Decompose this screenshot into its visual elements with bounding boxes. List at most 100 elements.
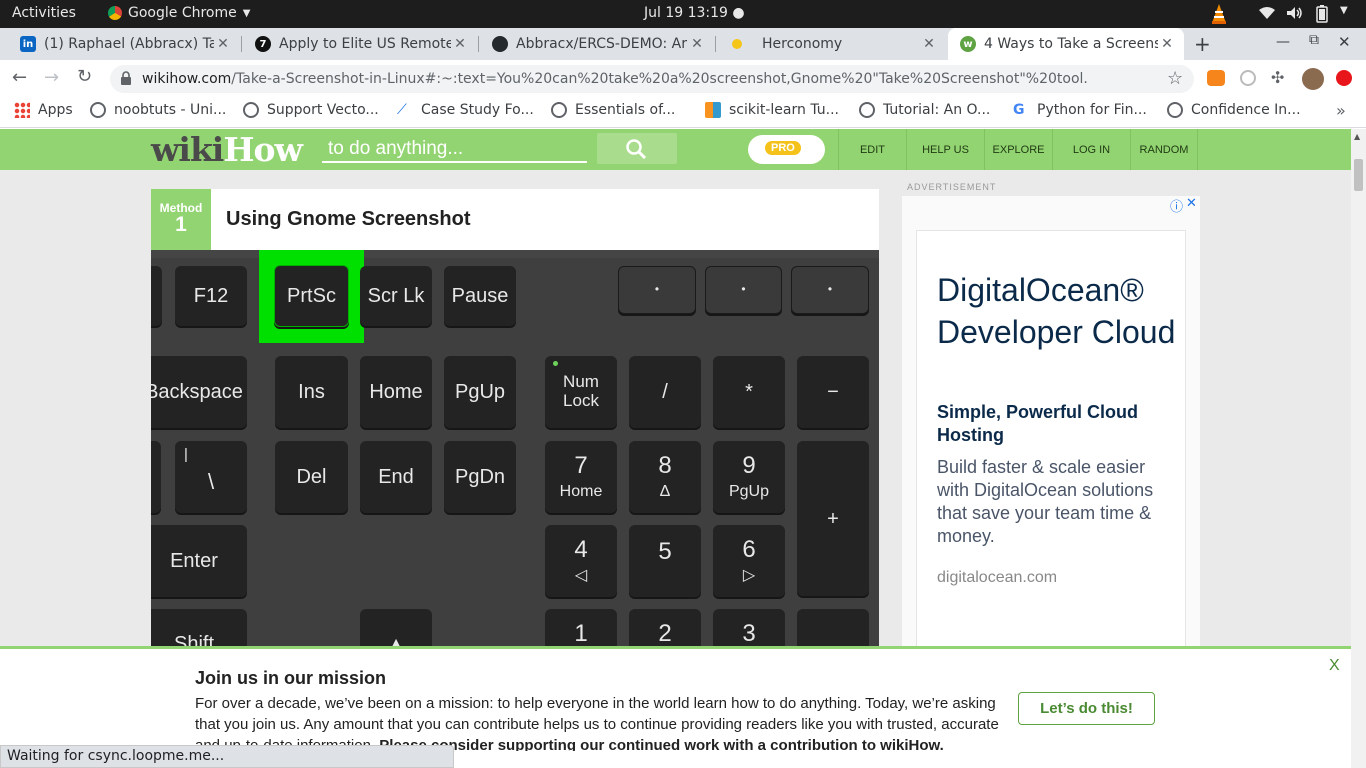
back-arrow-icon[interactable]: ← <box>12 67 27 88</box>
tab-linkedin[interactable]: in (1) Raphael (Abbracx) Tar ✕ <box>8 28 240 60</box>
system-menu-chevron-icon[interactable]: ▼ <box>1340 5 1348 16</box>
key-label: Ins <box>298 381 325 403</box>
metamask-extension-icon[interactable] <box>1207 70 1225 86</box>
chrome-icon <box>108 6 122 20</box>
close-icon[interactable]: ✕ <box>214 36 232 52</box>
indicator-dot: • <box>654 282 660 297</box>
bookmark-item[interactable]: scikit-learn Tu... <box>705 102 839 118</box>
battery-icon[interactable] <box>1316 5 1328 27</box>
key-label: * <box>745 381 753 403</box>
nav-explore[interactable]: EXPLORE <box>984 129 1052 170</box>
address-bar[interactable]: wikihow.com/Take-a-Screenshot-in-Linux#:… <box>110 65 1194 93</box>
linkedin-icon: in <box>20 36 36 52</box>
search-input[interactable]: to do anything... <box>322 135 587 163</box>
bookmark-item[interactable]: G Python for Fin... <box>1013 102 1147 118</box>
nav-label: EDIT <box>859 143 886 156</box>
bookmark-item[interactable]: ⟋ Case Study Fo... <box>397 102 534 118</box>
bookmark-item[interactable]: Essentials of... <box>551 102 675 118</box>
nav-edit[interactable]: EDIT <box>838 129 906 170</box>
bookmark-star-icon[interactable]: ☆ <box>1167 68 1183 89</box>
bookmark-apps[interactable]: Apps <box>14 102 73 118</box>
tab-github[interactable]: Abbracx/ERCS-DEMO: Ar ✕ <box>480 28 714 60</box>
key-plus: + <box>797 441 869 596</box>
minimize-icon[interactable]: — <box>1276 34 1290 50</box>
more-bookmarks-chevron-icon[interactable]: » <box>1336 101 1346 120</box>
status-bubble: Waiting for csync.loopme.me... <box>0 745 454 768</box>
key-end: End <box>360 441 432 513</box>
apply-icon: 7 <box>255 36 271 52</box>
tab-title: 4 Ways to Take a Screens <box>984 36 1158 52</box>
tab-title: Abbracx/ERCS-DEMO: Ar <box>516 36 687 52</box>
extension-icon[interactable] <box>1240 70 1256 86</box>
new-tab-plus-icon[interactable]: + <box>1194 32 1211 56</box>
close-icon[interactable]: ✕ <box>1158 36 1176 52</box>
close-icon[interactable]: ✕ <box>920 36 938 52</box>
key-label: 4 <box>574 536 588 563</box>
reload-icon[interactable]: ↻ <box>77 66 92 87</box>
volume-icon[interactable] <box>1286 6 1304 24</box>
wifi-icon[interactable] <box>1258 6 1276 24</box>
ad-close-icon[interactable]: ✕ <box>1186 196 1197 211</box>
banner-close-button[interactable]: X <box>1329 657 1340 675</box>
key-label: 3 <box>742 620 756 647</box>
ad-card[interactable]: DigitalOcean® Developer Cloud Simple, Po… <box>916 230 1186 648</box>
key-ins: Ins <box>275 356 348 428</box>
puzzle-extensions-icon[interactable]: ✣ <box>1271 68 1284 87</box>
bookmark-item[interactable]: noobtuts - Uni... <box>90 102 226 118</box>
close-icon[interactable]: ✕ <box>688 36 706 52</box>
forward-arrow-icon[interactable]: → <box>44 67 59 88</box>
scroll-up-icon[interactable]: ▲ <box>1354 132 1360 141</box>
restore-icon[interactable]: ⧉ <box>1309 32 1319 48</box>
nav-random[interactable]: RANDOM <box>1130 129 1198 170</box>
app-name: Google Chrome <box>128 5 237 21</box>
profile-avatar[interactable] <box>1302 68 1324 90</box>
bookmark-item[interactable]: Confidence In... <box>1167 102 1301 118</box>
button-label: Let’s do this! <box>1040 700 1133 717</box>
key-num9: 9 PgUp <box>713 441 785 513</box>
search-button[interactable] <box>597 133 677 164</box>
page-scrollbar[interactable]: ▲ <box>1351 129 1366 768</box>
google-icon: G <box>1013 102 1025 118</box>
key-label: 1 <box>574 620 588 647</box>
activities-button[interactable]: Activities <box>12 5 76 21</box>
key-label: Lock <box>563 391 599 410</box>
lock-icon[interactable] <box>120 71 132 89</box>
system-top-bar: Activities Google Chrome ▼ Jul 19 13:19 … <box>0 0 1366 28</box>
indicator-dot: • <box>827 282 833 297</box>
bar-icon <box>705 102 721 118</box>
key-slash: / <box>629 356 701 428</box>
key-backslash: | \ <box>175 441 247 513</box>
tab-title: Apply to Elite US Remote <box>279 36 451 52</box>
wikihow-logo[interactable]: wikiHow <box>151 130 303 169</box>
bookmark-label: Apps <box>38 102 73 118</box>
window-close-icon[interactable]: ✕ <box>1338 33 1351 51</box>
vlc-icon[interactable] <box>1210 3 1228 25</box>
ad-headline: DigitalOcean® Developer Cloud <box>937 272 1176 350</box>
clock-label: Jul 19 13:19 <box>644 5 728 21</box>
key-sublabel: ◁ <box>574 567 588 585</box>
tab-apply[interactable]: 7 Apply to Elite US Remote ✕ <box>243 28 477 60</box>
key-partial <box>151 266 162 326</box>
key-label: Scr Lk <box>367 285 425 307</box>
nav-log-in[interactable]: LOG IN <box>1052 129 1130 170</box>
logo-how: How <box>223 130 303 169</box>
key-backspace: Backspace <box>151 356 247 428</box>
key-num4: 4 ◁ <box>545 525 617 597</box>
key-num8: 8Δ <box>629 441 701 513</box>
close-icon[interactable]: ✕ <box>451 36 469 52</box>
update-alert-icon[interactable] <box>1336 70 1352 86</box>
nav-label: RANDOM <box>1139 143 1189 156</box>
clock[interactable]: Jul 19 13:19 ● <box>644 5 745 21</box>
bookmark-item[interactable]: Tutorial: An O... <box>859 102 990 118</box>
tab-herconomy[interactable]: Herconomy ✕ <box>717 28 946 60</box>
bookmarks-bar: Apps noobtuts - Uni... Support Vecto... … <box>0 96 1366 128</box>
key-label: 5 <box>658 538 672 565</box>
adchoices-info-icon[interactable]: ⓘ <box>1170 196 1183 215</box>
nav-help-us[interactable]: HELP US <box>906 129 984 170</box>
tab-wikihow[interactable]: w 4 Ways to Take a Screens ✕ <box>948 28 1184 60</box>
bookmark-item[interactable]: Support Vecto... <box>243 102 379 118</box>
scrollbar-thumb[interactable] <box>1354 159 1363 191</box>
lets-do-this-button[interactable]: Let’s do this! <box>1018 692 1155 725</box>
pro-button[interactable]: PRO <box>748 135 825 164</box>
app-menu[interactable]: Google Chrome ▼ <box>108 5 250 21</box>
